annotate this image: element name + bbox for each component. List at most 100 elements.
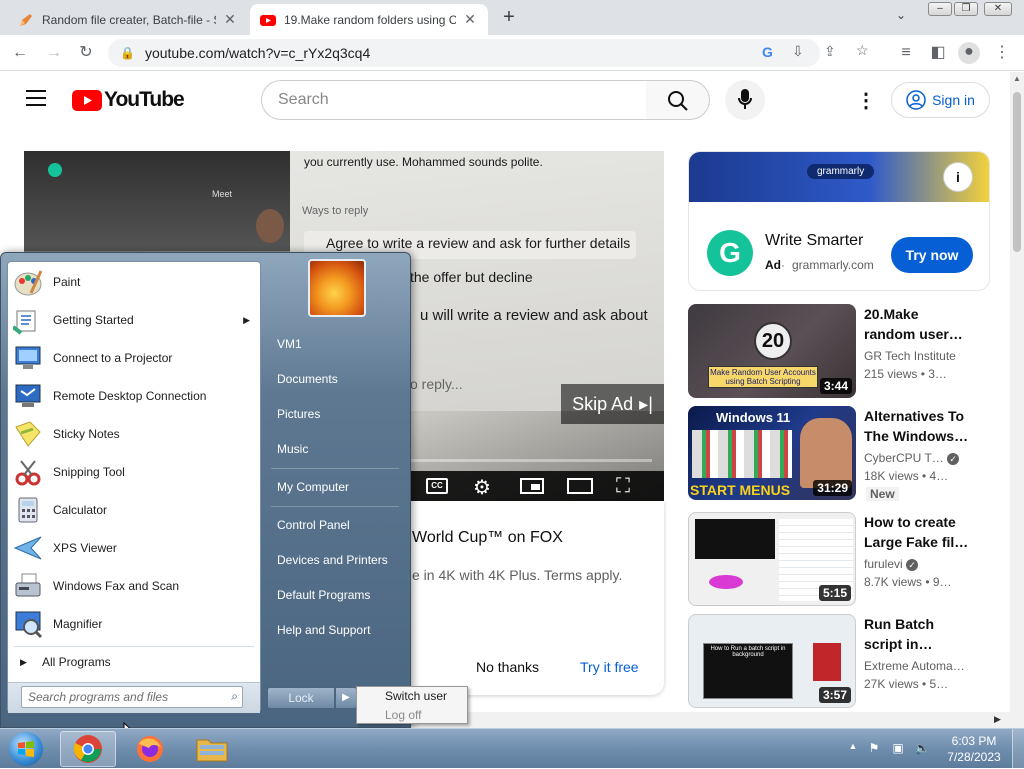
minimize-window-icon[interactable]: – — [928, 2, 952, 16]
program-connect-projector[interactable]: Connect to a Projector — [12, 340, 256, 376]
share-icon[interactable]: ⇪ — [824, 43, 836, 60]
volume-muted-icon[interactable]: 🔈 — [914, 741, 930, 757]
youtube-logo[interactable]: YouTube — [72, 88, 185, 112]
related-video[interactable]: How to Run a batch script in background … — [688, 614, 990, 708]
sign-in-button[interactable]: Sign in — [891, 82, 990, 118]
start-item-control-panel[interactable]: Control Panel — [269, 518, 401, 532]
search-input[interactable]: Search — [261, 80, 647, 120]
lock-icon[interactable]: 🔒 — [120, 46, 135, 60]
program-calculator[interactable]: Calculator — [12, 492, 256, 528]
browser-tab-strip: Random file creater, Batch-file - S ✕ 19… — [0, 0, 1024, 35]
side-panel-icon[interactable]: ◧ — [928, 43, 948, 63]
new-tab-button[interactable]: + — [498, 6, 520, 28]
channel-name: CyberCPU T… ✓ — [864, 451, 960, 465]
video-thumbnail[interactable]: 5:15 — [688, 512, 856, 606]
program-remote-desktop[interactable]: Remote Desktop Connection — [12, 378, 256, 414]
all-programs-button[interactable]: ▶ All Programs — [12, 648, 256, 676]
start-menu-programs-pane: Paint Getting Started ▶ Connect to a Proj… — [7, 261, 261, 713]
program-magnifier[interactable]: Magnifier — [12, 606, 256, 642]
voice-search-button[interactable] — [725, 80, 765, 120]
lock-button[interactable]: Lock — [267, 687, 335, 709]
start-item-vm1[interactable]: VM1 — [269, 337, 401, 351]
restore-window-icon[interactable]: ❐ — [954, 2, 978, 16]
start-item-pictures[interactable]: Pictures — [269, 407, 401, 421]
start-button[interactable] — [2, 729, 50, 769]
related-video[interactable]: 20 Make Random User Accounts using Batch… — [688, 304, 990, 398]
start-item-music[interactable]: Music — [269, 442, 401, 456]
start-item-documents[interactable]: Documents — [269, 372, 401, 386]
program-sticky-notes[interactable]: Sticky Notes — [12, 416, 256, 452]
taskbar-file-explorer[interactable] — [184, 731, 240, 767]
user-picture[interactable] — [308, 259, 366, 317]
video-thumbnail[interactable]: Windows 11 START MENUS 31:29 — [688, 406, 856, 500]
taskbar-chrome[interactable] — [60, 731, 116, 767]
tab-search-chevron-icon[interactable]: ⌄ — [896, 8, 914, 26]
ad-body: e in 4K with 4K Plus. Terms apply. — [412, 567, 623, 583]
tab-close-icon[interactable]: ✕ — [222, 11, 238, 28]
search-button[interactable] — [646, 80, 710, 120]
sign-in-label: Sign in — [932, 92, 975, 108]
taskbar-firefox[interactable] — [122, 731, 178, 767]
program-fax-scan[interactable]: Windows Fax and Scan — [12, 568, 256, 604]
switch-user-item[interactable]: Switch user — [385, 689, 447, 703]
install-app-icon[interactable]: ⇩ — [792, 43, 804, 60]
video-thumbnail[interactable]: How to Run a batch script in background … — [688, 614, 856, 708]
start-item-my-computer[interactable]: My Computer — [269, 480, 401, 494]
forward-arrow-icon[interactable]: → — [44, 43, 64, 63]
close-window-icon[interactable]: ✕ — [984, 2, 1012, 16]
scrollbar-thumb[interactable] — [1013, 92, 1021, 252]
settings-kebab-icon[interactable]: ⋮ — [856, 88, 876, 113]
hamburger-menu-icon[interactable] — [26, 90, 46, 106]
meet-label: Meet — [212, 189, 233, 199]
tab-make-random-folders[interactable]: 19.Make random folders using C ✕ — [250, 4, 488, 35]
theater-mode-icon[interactable] — [567, 478, 593, 494]
bookmark-star-icon[interactable]: ☆ — [856, 42, 869, 59]
address-bar[interactable]: 🔒 youtube.com/watch?v=c_rYx2q3cq4 G ⇩ ⇪ … — [108, 39, 869, 67]
scroll-right-icon[interactable]: ▶ — [994, 714, 1001, 725]
scroll-up-icon[interactable]: ▲ — [1013, 74, 1021, 83]
miniplayer-icon[interactable] — [520, 478, 544, 494]
start-item-help-support[interactable]: Help and Support — [269, 623, 401, 637]
tab-close-icon[interactable]: ✕ — [462, 11, 478, 28]
related-video[interactable]: Windows 11 START MENUS 31:29 Alternative… — [688, 406, 990, 501]
profile-avatar-icon[interactable]: ● — [958, 42, 980, 64]
start-item-default-programs[interactable]: Default Programs — [269, 588, 401, 602]
log-off-item[interactable]: Log off — [385, 708, 421, 722]
fullscreen-icon[interactable]: ⛶ — [616, 475, 630, 498]
clock[interactable]: 6:03 PM 7/28/2023 — [942, 733, 1006, 765]
vertical-scrollbar[interactable]: ▲ — [1010, 72, 1024, 728]
browser-menu-icon[interactable]: ⋮ — [992, 43, 1012, 63]
back-arrow-icon[interactable]: ← — [10, 43, 30, 63]
start-item-devices-printers[interactable]: Devices and Printers — [269, 553, 401, 567]
youtube-logo-text: YouTube — [104, 88, 185, 111]
shutdown-options-arrow-icon[interactable]: ▶ — [335, 687, 357, 709]
action-center-icon[interactable]: ⚑ — [866, 741, 882, 757]
youtube-favicon-icon — [260, 14, 276, 26]
grammarly-logo-icon: G — [707, 230, 753, 276]
channel-name: furulevi ✓ — [864, 557, 919, 571]
reload-icon[interactable]: ↻ — [76, 43, 96, 63]
video-thumbnail[interactable]: 20 Make Random User Accounts using Batch… — [688, 304, 856, 398]
try-now-button[interactable]: Try now — [891, 237, 973, 273]
search-programs-input[interactable]: Search programs and files ⌕ — [21, 686, 243, 708]
show-hidden-icons-icon[interactable]: ▲ — [845, 741, 861, 757]
show-desktop-button[interactable] — [1012, 729, 1024, 769]
info-icon[interactable]: i — [943, 162, 973, 192]
program-paint[interactable]: Paint — [12, 264, 256, 300]
network-icon[interactable]: ▣ — [890, 741, 906, 757]
program-snipping-tool[interactable]: Snipping Tool — [12, 454, 256, 490]
program-getting-started[interactable]: Getting Started ▶ — [12, 302, 256, 338]
video-meta: 8.7K views • 9… — [864, 575, 952, 589]
captions-icon[interactable]: CC — [426, 478, 448, 494]
related-video[interactable]: 5:15 How to create Large Fake fil… furule… — [688, 512, 990, 606]
skip-ad-button[interactable]: Skip Ad ▸| — [561, 384, 664, 424]
sidebar-ad[interactable]: grammarly i G Write Smarter Ad · grammar… — [688, 151, 990, 291]
tab-random-file-creater[interactable]: Random file creater, Batch-file - S ✕ — [8, 4, 248, 35]
try-it-free-button[interactable]: Try it free — [580, 659, 639, 675]
program-xps-viewer[interactable]: XPS Viewer — [12, 530, 256, 566]
settings-gear-icon[interactable]: ⚙ — [473, 475, 491, 500]
google-lens-icon[interactable]: G — [762, 44, 773, 60]
progress-bar[interactable] — [410, 459, 652, 462]
reading-list-icon[interactable]: ≡ — [896, 43, 916, 63]
no-thanks-button[interactable]: No thanks — [476, 659, 539, 675]
